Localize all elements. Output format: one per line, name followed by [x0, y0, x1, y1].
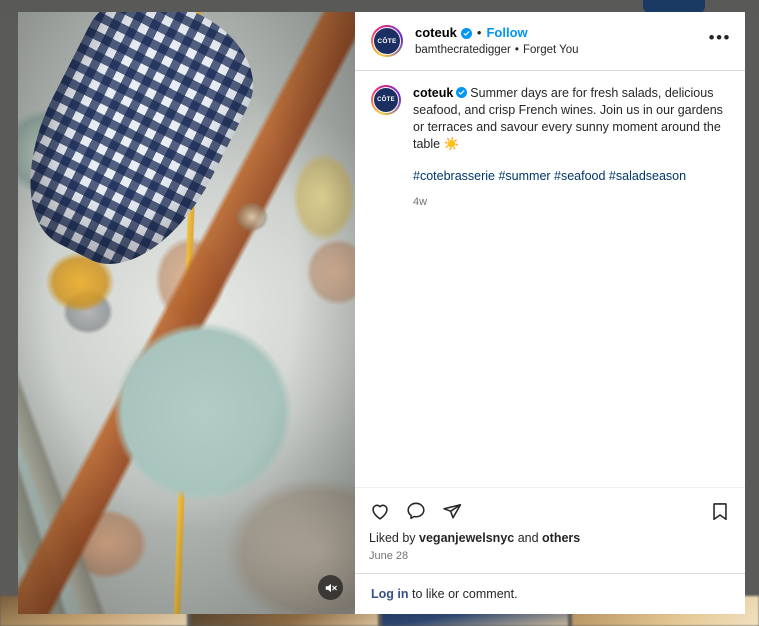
- image-vignette: [18, 12, 355, 614]
- muted-speaker-icon: [325, 583, 337, 592]
- caption-area: CÔTE coteuk Summer days are for fresh sal…: [355, 71, 745, 487]
- caption-timestamp: 4w: [413, 196, 428, 208]
- audio-title: Forget You: [522, 44, 579, 56]
- comment-bubble-icon: [407, 502, 425, 520]
- liked-by-prefix: Liked by: [369, 531, 420, 545]
- post-author-username[interactable]: coteuk: [415, 25, 457, 41]
- action-icon-row: [369, 498, 731, 530]
- post-date: June 28: [369, 550, 409, 562]
- share-button[interactable]: [441, 500, 463, 522]
- post-modal: CÔTE coteuk • Follow bamthecratedigger • F…: [18, 12, 745, 614]
- caption-paragraph: coteuk Summer days are for fresh salads, …: [413, 85, 731, 153]
- caption-body: coteuk Summer days are for fresh salads, …: [413, 85, 731, 211]
- avatar-monogram: CÔTE: [373, 87, 399, 113]
- header-primary-row: coteuk • Follow: [415, 25, 579, 41]
- save-button[interactable]: [709, 500, 731, 522]
- liked-by-text: Liked by veganjewelsnyc and others: [369, 530, 731, 547]
- liked-by-username[interactable]: veganjewelsnyc: [419, 531, 514, 545]
- audio-attribution[interactable]: bamthecratedigger • Forget You: [415, 43, 579, 57]
- post-info-panel: CÔTE coteuk • Follow bamthecratedigger • F…: [355, 12, 745, 614]
- ellipsis-icon[interactable]: •••: [709, 29, 731, 48]
- audio-separator: •: [514, 44, 519, 56]
- comment-button[interactable]: [405, 500, 427, 522]
- header-separator: •: [476, 25, 482, 40]
- avatar[interactable]: CÔTE: [371, 25, 403, 57]
- post-action-bar: Liked by veganjewelsnyc and others June …: [355, 487, 745, 573]
- avatar-monogram: CÔTE: [373, 27, 401, 55]
- heart-icon: [372, 504, 388, 520]
- caption-hashtags[interactable]: #cotebrasserie #summer #seafood #saladse…: [413, 168, 731, 185]
- mute-toggle-button[interactable]: [318, 575, 343, 600]
- caption-row: CÔTE coteuk Summer days are for fresh sal…: [371, 85, 731, 211]
- header-text-block: coteuk • Follow bamthecratedigger • Forget…: [415, 25, 579, 57]
- share-paper-plane-icon: [443, 503, 462, 519]
- avatar[interactable]: CÔTE: [371, 85, 401, 115]
- login-link[interactable]: Log in: [371, 587, 409, 601]
- liked-by-others[interactable]: others: [542, 531, 580, 545]
- login-prompt: Log in to like or comment.: [355, 573, 745, 614]
- caption-author-username[interactable]: coteuk: [413, 86, 453, 100]
- login-prompt-rest: to like or comment.: [408, 587, 518, 601]
- like-button[interactable]: [369, 500, 391, 522]
- bookmark-icon: [713, 503, 727, 521]
- post-header: CÔTE coteuk • Follow bamthecratedigger • F…: [355, 12, 745, 71]
- verified-badge-icon: [456, 87, 468, 98]
- liked-by-suffix: and: [514, 531, 543, 545]
- post-media[interactable]: [18, 12, 355, 614]
- follow-button[interactable]: Follow: [486, 25, 527, 41]
- audio-author: bamthecratedigger: [415, 44, 511, 56]
- verified-badge-icon: [460, 27, 472, 39]
